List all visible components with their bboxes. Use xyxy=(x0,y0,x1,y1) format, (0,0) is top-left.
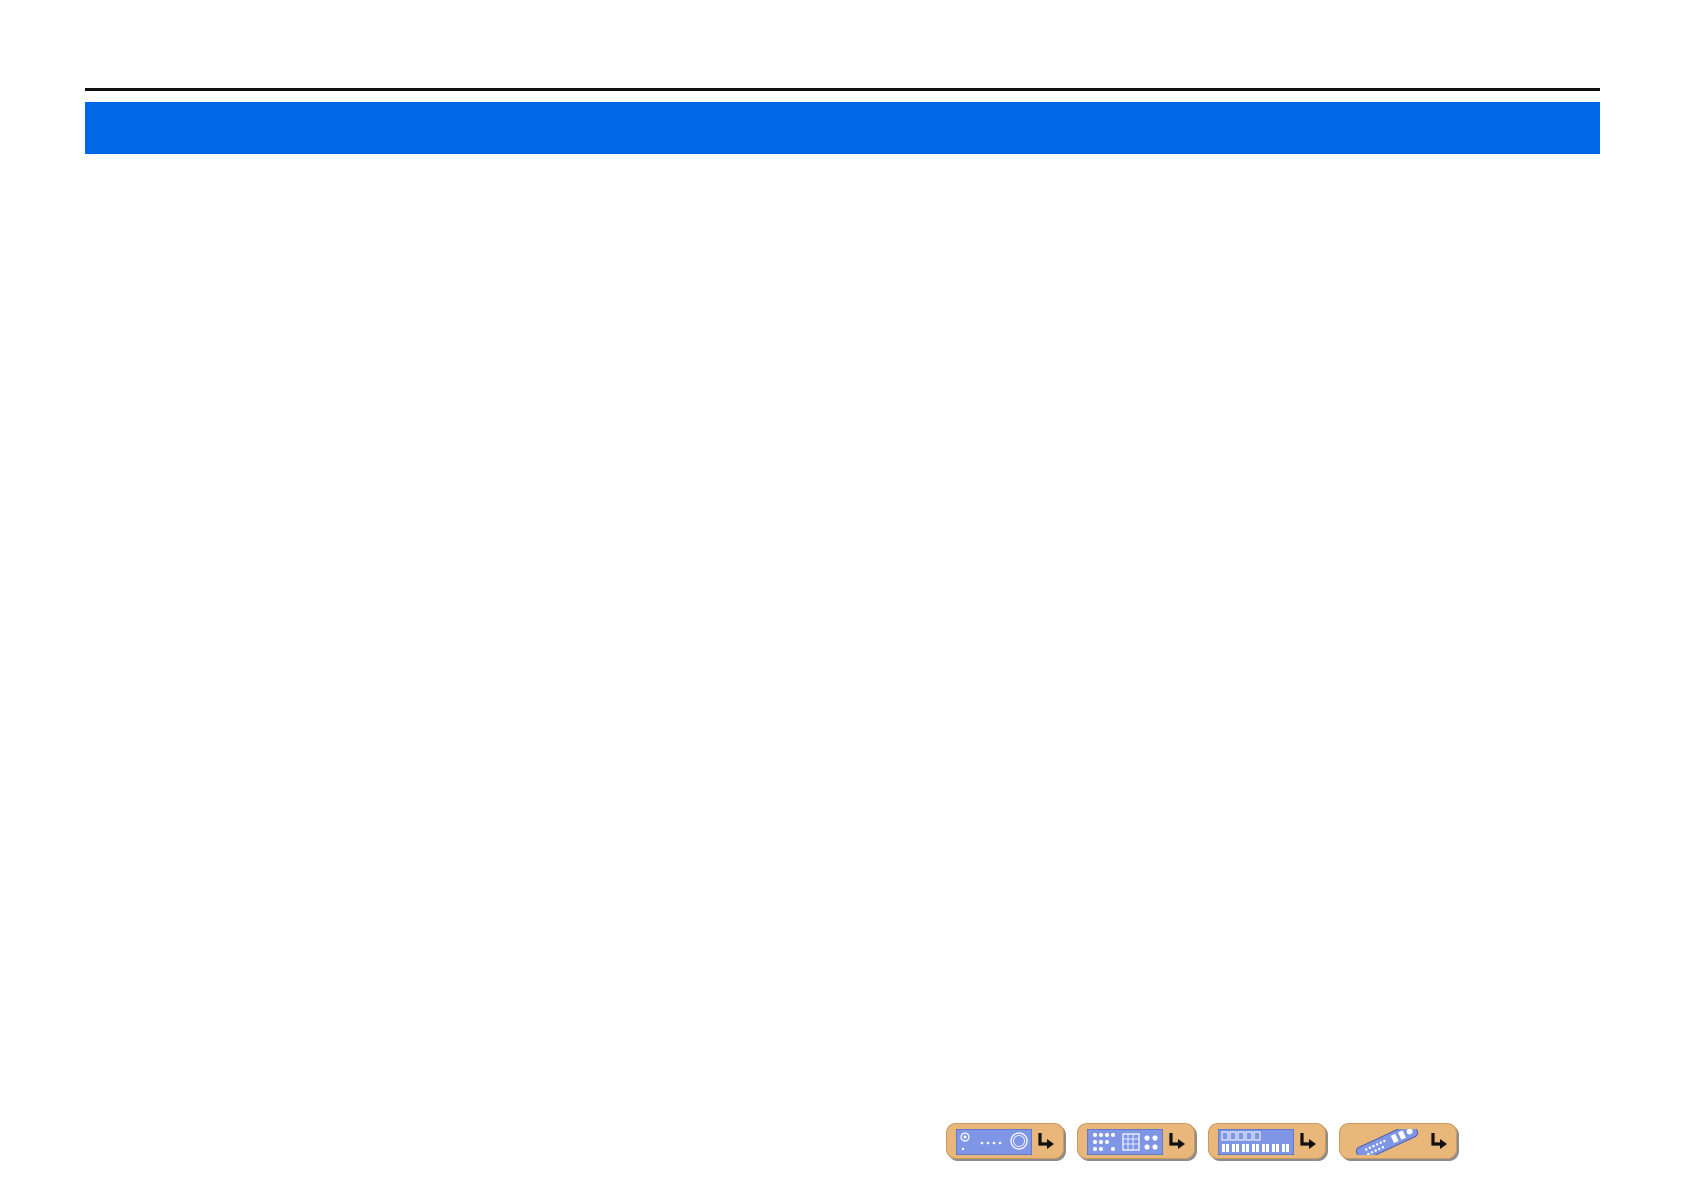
remote-control-icon xyxy=(1355,1129,1419,1155)
front-display-icon xyxy=(1218,1129,1294,1155)
page-navigation xyxy=(946,1123,1459,1161)
jump-arrow-icon xyxy=(1169,1133,1185,1149)
remote-control-nav-button[interactable] xyxy=(1339,1123,1457,1159)
header-rule xyxy=(85,88,1600,91)
rear-panel-icon xyxy=(1087,1129,1163,1155)
front-panel-icon xyxy=(956,1129,1032,1155)
front-display-nav-button[interactable] xyxy=(1208,1123,1326,1159)
jump-arrow-icon xyxy=(1038,1133,1054,1149)
jump-arrow-icon xyxy=(1431,1133,1447,1149)
jump-arrow-icon xyxy=(1300,1133,1316,1149)
rear-panel-nav-button[interactable] xyxy=(1077,1123,1195,1159)
front-panel-nav-button[interactable] xyxy=(946,1123,1064,1159)
section-title-bar xyxy=(85,102,1600,154)
